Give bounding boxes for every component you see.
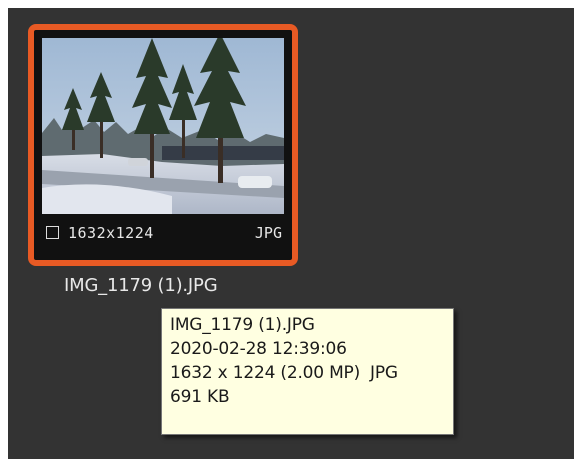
image-dimensions: 1632x1224 bbox=[68, 224, 154, 242]
file-info-tooltip: IMG_1179 (1).JPG 2020-02-28 12:39:06 163… bbox=[161, 308, 454, 435]
thumbnail-filename[interactable]: IMG_1179 (1).JPG bbox=[64, 275, 218, 296]
image-format-label: JPG bbox=[254, 224, 282, 242]
thumbnail-browser-panel: 1632x1224 JPG IMG_1179 (1).JPG IMG_1179 … bbox=[8, 8, 574, 459]
winter-forest-photo bbox=[42, 38, 284, 214]
select-checkbox[interactable] bbox=[46, 226, 59, 239]
thumbnail-info-bar: 1632x1224 JPG bbox=[42, 216, 284, 250]
image-thumbnail-card[interactable]: 1632x1224 JPG bbox=[28, 24, 298, 266]
tooltip-resolution: 1632 x 1224 (2.00 MP) bbox=[170, 363, 361, 383]
tooltip-resolution-row: 1632 x 1224 (2.00 MP) JPG bbox=[170, 361, 453, 385]
tooltip-datetime: 2020-02-28 12:39:06 bbox=[170, 339, 347, 359]
tooltip-filename: IMG_1179 (1).JPG bbox=[170, 315, 315, 335]
tooltip-filesize: 691 KB bbox=[170, 387, 230, 407]
tooltip-format: JPG bbox=[370, 363, 398, 383]
screenshot-stage: 1632x1224 JPG IMG_1179 (1).JPG IMG_1179 … bbox=[0, 0, 574, 459]
thumbnail-image[interactable] bbox=[42, 38, 284, 214]
